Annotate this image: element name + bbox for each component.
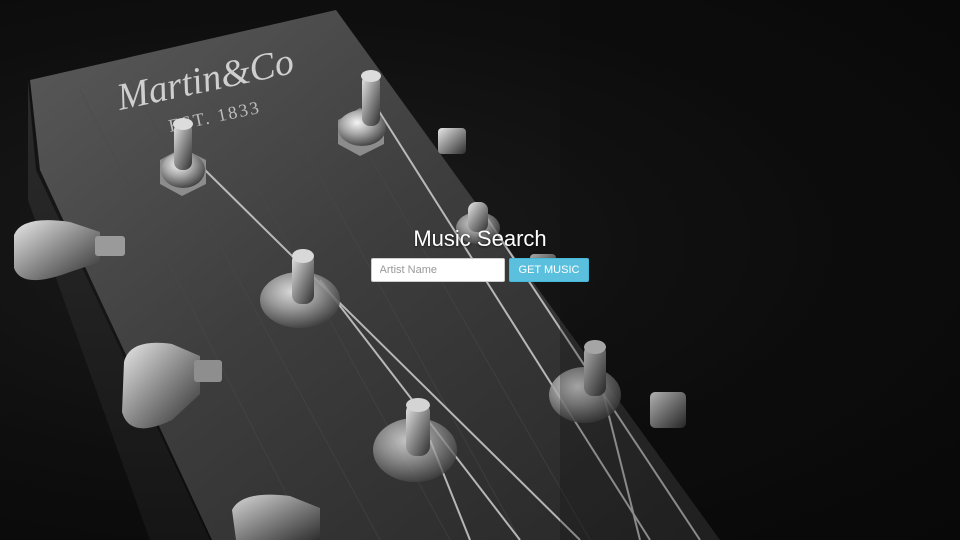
artist-name-input[interactable] xyxy=(370,258,505,282)
search-form: GET MUSIC xyxy=(0,258,960,282)
page: Martin&Co EST. 1833 Music Search Artist … xyxy=(0,0,960,540)
search-panel: Music Search GET MUSIC xyxy=(0,226,960,282)
get-music-button[interactable]: GET MUSIC xyxy=(508,258,590,282)
page-title: Music Search xyxy=(413,226,547,251)
